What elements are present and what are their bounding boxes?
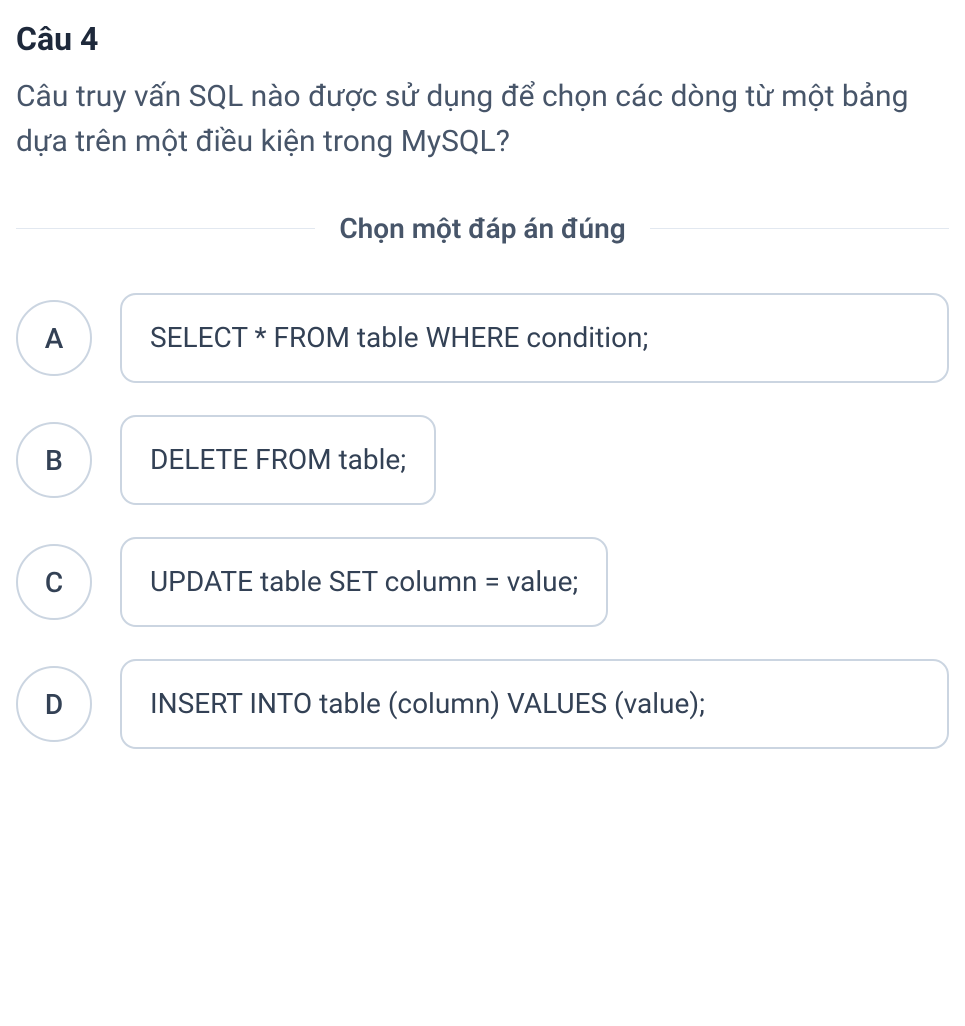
instruction-text: Chọn một đáp án đúng: [315, 212, 649, 245]
option-letter-b[interactable]: B: [16, 422, 92, 498]
option-content-a[interactable]: SELECT * FROM table WHERE condition;: [120, 293, 949, 383]
option-row-d: D INSERT INTO table (column) VALUES (val…: [16, 659, 949, 749]
question-text: Câu truy vấn SQL nào được sử dụng để chọ…: [16, 74, 949, 164]
option-row-c: C UPDATE table SET column = value;: [16, 537, 949, 627]
option-letter-c[interactable]: C: [16, 544, 92, 620]
option-content-c[interactable]: UPDATE table SET column = value;: [120, 537, 608, 627]
option-row-b: B DELETE FROM table;: [16, 415, 949, 505]
options-container: A SELECT * FROM table WHERE condition; B…: [16, 293, 949, 749]
option-content-d[interactable]: INSERT INTO table (column) VALUES (value…: [120, 659, 949, 749]
option-content-b[interactable]: DELETE FROM table;: [120, 415, 436, 505]
divider-line-right: [650, 228, 949, 229]
option-row-a: A SELECT * FROM table WHERE condition;: [16, 293, 949, 383]
instruction-divider: Chọn một đáp án đúng: [16, 212, 949, 245]
option-letter-a[interactable]: A: [16, 300, 92, 376]
question-number: Câu 4: [16, 20, 949, 58]
option-letter-d[interactable]: D: [16, 666, 92, 742]
divider-line-left: [16, 228, 315, 229]
